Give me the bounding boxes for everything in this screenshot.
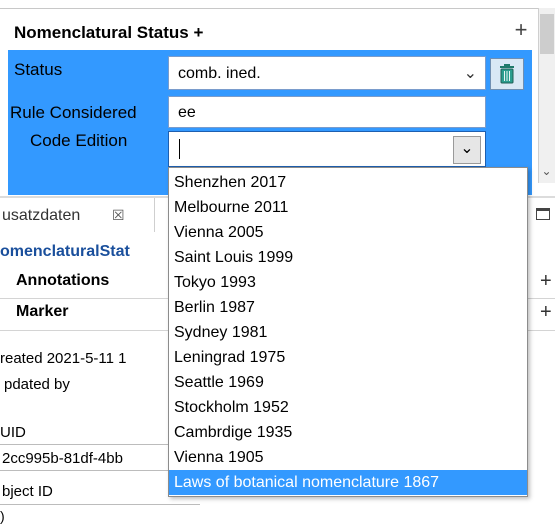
dropdown-option[interactable]: Stockholm 1952 bbox=[169, 395, 527, 420]
tab-zusatzdaten[interactable]: usatzdaten bbox=[0, 198, 155, 232]
section-header: Nomenclatural Status + bbox=[8, 16, 534, 48]
tab-label: usatzdaten bbox=[2, 207, 81, 224]
status-combo[interactable]: comb. ined. ⌄ bbox=[168, 56, 486, 90]
uid-value: 2cc995b-81df-4bb bbox=[2, 450, 123, 467]
dropdown-option[interactable]: Tokyo 1993 bbox=[169, 270, 527, 295]
rule-considered-value: ee bbox=[178, 104, 196, 121]
scrollbar-thumb[interactable] bbox=[540, 14, 554, 54]
updated-info: pdated by bbox=[4, 376, 70, 393]
chevron-down-icon: ⌄ bbox=[463, 65, 477, 82]
code-edition-dropdown-list[interactable]: Shenzhen 2017 Melbourne 2011 Vienna 2005… bbox=[168, 167, 528, 497]
dropdown-option[interactable]: Leningrad 1975 bbox=[169, 345, 527, 370]
dropdown-option[interactable]: Melbourne 2011 bbox=[169, 195, 527, 220]
dropdown-option[interactable]: Vienna 2005 bbox=[169, 220, 527, 245]
trash-icon bbox=[500, 64, 514, 84]
text-cursor bbox=[179, 139, 180, 159]
code-edition-dropdown-button[interactable]: ⌄ bbox=[453, 136, 481, 164]
close-icon[interactable]: ☒ bbox=[112, 207, 125, 224]
code-edition-label: Code Edition bbox=[30, 131, 128, 150]
marker-label[interactable]: Marker bbox=[16, 303, 68, 321]
uid-label: UID bbox=[0, 424, 26, 441]
dropdown-option-selected[interactable]: Laws of botanical nomenclature 1867 bbox=[169, 470, 527, 495]
object-id-value: ) bbox=[0, 508, 5, 524]
maximize-icon[interactable] bbox=[536, 208, 550, 220]
annotations-label[interactable]: Annotations bbox=[16, 272, 109, 290]
dropdown-option[interactable]: Berlin 1987 bbox=[169, 295, 527, 320]
add-annotation-button[interactable]: + bbox=[540, 270, 552, 293]
rule-considered-label: Rule Considered bbox=[10, 103, 137, 122]
code-edition-combo[interactable]: ⌄ bbox=[168, 131, 486, 167]
dropdown-option[interactable]: Sydney 1981 bbox=[169, 320, 527, 345]
entity-type-title: omenclaturalStat bbox=[0, 243, 130, 260]
scroll-down-icon[interactable]: ⌄ bbox=[538, 160, 555, 182]
rule-considered-input[interactable]: ee bbox=[168, 96, 486, 128]
created-info: reated 2021-5-11 1 bbox=[0, 350, 127, 367]
chevron-down-icon: ⌄ bbox=[460, 140, 474, 157]
section-title: Nomenclatural Status + bbox=[14, 23, 204, 42]
status-value: comb. ined. bbox=[178, 65, 261, 82]
dropdown-option[interactable]: Vienna 1905 bbox=[169, 445, 527, 470]
dropdown-option[interactable]: Cambrdige 1935 bbox=[169, 420, 527, 445]
dropdown-option[interactable]: Saint Louis 1999 bbox=[169, 245, 527, 270]
delete-button[interactable] bbox=[490, 58, 524, 90]
dropdown-option[interactable]: Shenzhen 2017 bbox=[169, 170, 527, 195]
status-label: Status bbox=[14, 60, 63, 79]
object-id-label-text: bject ID bbox=[2, 483, 53, 500]
dropdown-option[interactable]: Seattle 1969 bbox=[169, 370, 527, 395]
add-marker-button[interactable]: + bbox=[540, 301, 552, 324]
add-status-button[interactable]: + bbox=[510, 19, 532, 42]
